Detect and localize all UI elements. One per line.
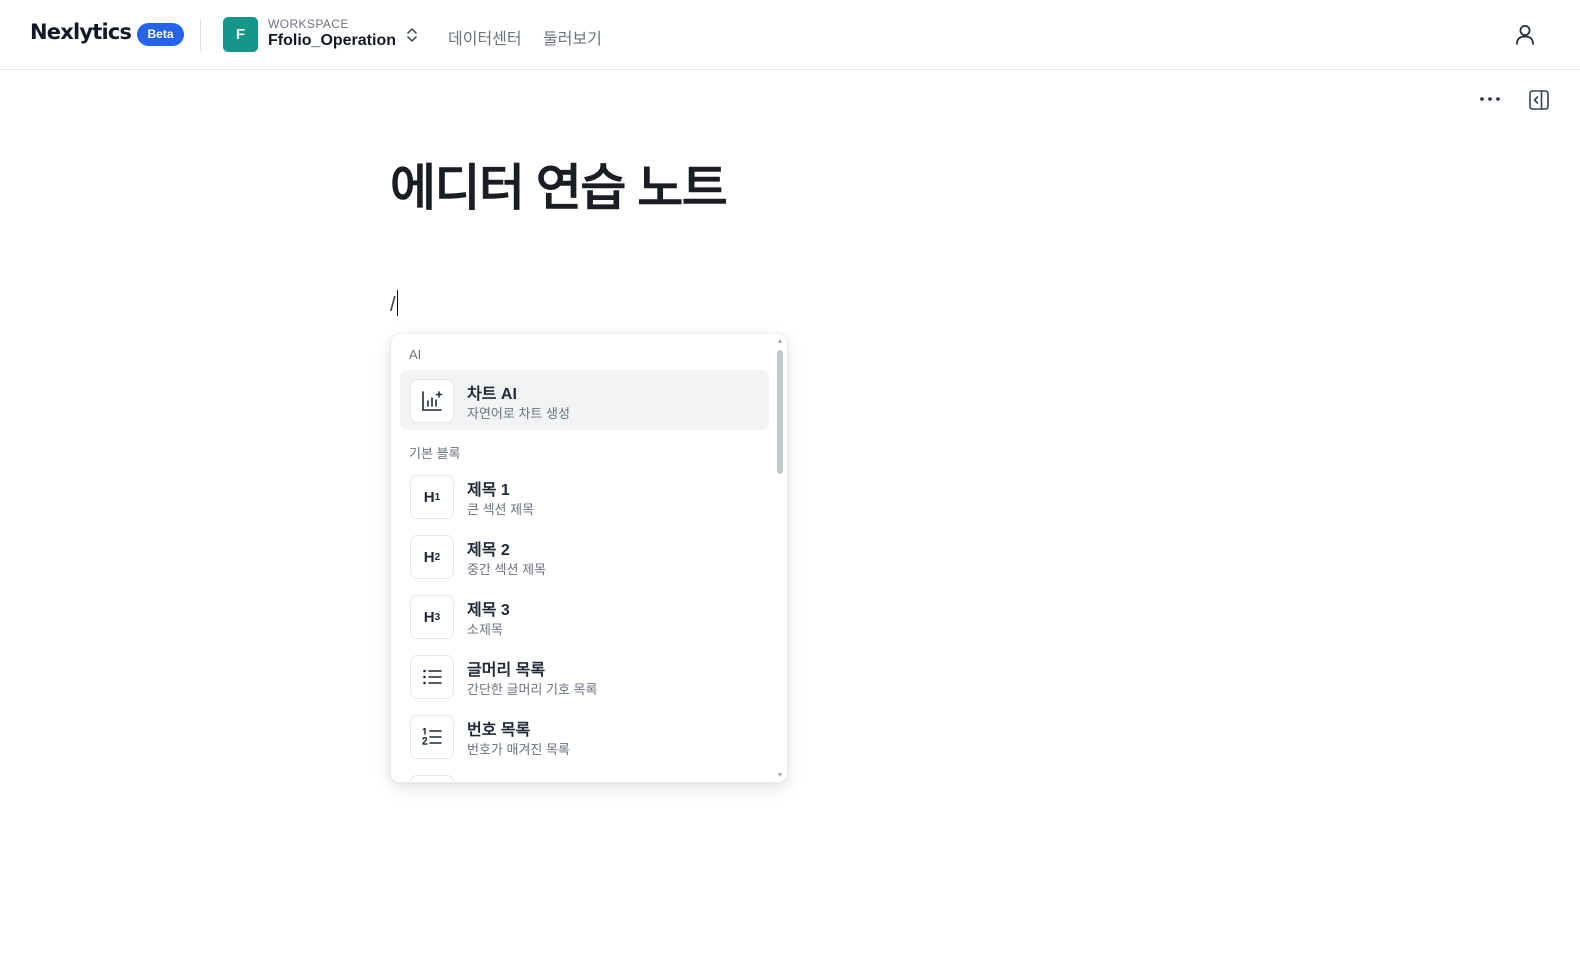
heading-icon-letter: H bbox=[423, 548, 435, 566]
heading-1-icon: H1 bbox=[410, 475, 454, 519]
menu-item-heading-2[interactable]: H2 제목 2 중간 섹션 제목 bbox=[400, 526, 769, 586]
typed-slash-command: / bbox=[390, 294, 396, 316]
top-navigation-bar: Nexlytics Beta F WORKSPACE Ffolio_Operat… bbox=[0, 0, 1580, 70]
more-options-icon[interactable] bbox=[1478, 89, 1502, 109]
chevron-up-down-icon[interactable] bbox=[405, 26, 419, 44]
menu-scrollbar[interactable]: ▲ ▼ bbox=[776, 338, 784, 780]
side-panel-toggle-icon[interactable] bbox=[1528, 89, 1550, 111]
menu-item-heading-1[interactable]: H1 제목 1 큰 섹션 제목 bbox=[400, 466, 769, 526]
block-icon bbox=[410, 775, 454, 782]
menu-item-title: 제목 3 bbox=[467, 602, 510, 619]
user-icon[interactable] bbox=[1512, 22, 1538, 48]
menu-item-description: 번호가 매겨진 목록 bbox=[467, 742, 570, 757]
heading-icon-letter: H bbox=[423, 608, 435, 626]
menu-item-partial[interactable] bbox=[400, 766, 769, 782]
menu-item-title: 번호 목록 bbox=[467, 722, 531, 739]
heading-2-icon: H2 bbox=[410, 535, 454, 579]
text-caret bbox=[396, 290, 399, 316]
workspace-avatar[interactable]: F bbox=[223, 17, 258, 52]
nav-link-explore[interactable]: 둘러보기 bbox=[543, 25, 602, 49]
menu-item-description: 간단한 글머리 기호 목록 bbox=[467, 682, 598, 697]
scroll-down-arrow-icon[interactable]: ▼ bbox=[776, 772, 784, 780]
menu-item-title: 제목 1 bbox=[467, 482, 510, 499]
slash-command-menu[interactable]: AI 차트 AI 자연어로 차트 생성 기본 블록 H1 제목 1 큰 섹션 제… bbox=[390, 333, 788, 783]
menu-section-label-basic-blocks: 기본 블록 bbox=[409, 446, 461, 461]
header-divider bbox=[200, 19, 201, 51]
bullet-list-icon bbox=[410, 655, 454, 699]
workspace-label: WORKSPACE bbox=[268, 17, 349, 31]
menu-section-label-ai: AI bbox=[409, 347, 422, 362]
menu-item-title: 차트 AI bbox=[467, 386, 517, 403]
menu-item-description: 자연어로 차트 생성 bbox=[467, 406, 570, 421]
heading-icon-letter: H bbox=[423, 488, 435, 506]
menu-item-description: 소제목 bbox=[467, 622, 503, 637]
workspace-name[interactable]: Ffolio_Operation bbox=[268, 32, 396, 50]
numbered-list-icon bbox=[410, 715, 454, 759]
heading-3-icon: H3 bbox=[410, 595, 454, 639]
menu-item-description: 중간 섹션 제목 bbox=[467, 562, 546, 577]
slash-menu-scroll-area[interactable]: AI 차트 AI 자연어로 차트 생성 기본 블록 H1 제목 1 큰 섹션 제… bbox=[391, 334, 787, 782]
heading-icon-level: 2 bbox=[434, 551, 441, 563]
heading-icon-level: 3 bbox=[434, 611, 441, 623]
menu-item-description: 큰 섹션 제목 bbox=[467, 502, 535, 517]
chart-ai-icon bbox=[410, 379, 454, 423]
menu-item-chart-ai[interactable]: 차트 AI 자연어로 차트 생성 bbox=[400, 370, 769, 430]
heading-icon-level: 1 bbox=[434, 491, 441, 503]
page-title[interactable]: 에디터 연습 노트 bbox=[390, 148, 728, 220]
menu-item-title: 제목 2 bbox=[467, 542, 510, 559]
beta-badge: Beta bbox=[137, 23, 184, 46]
menu-item-title: 글머리 목록 bbox=[467, 662, 546, 679]
menu-item-numbered-list[interactable]: 번호 목록 번호가 매겨진 목록 bbox=[400, 706, 769, 766]
scrollbar-thumb[interactable] bbox=[777, 350, 783, 474]
nav-link-data-center[interactable]: 데이터센터 bbox=[448, 25, 522, 49]
menu-item-bullet-list[interactable]: 글머리 목록 간단한 글머리 기호 목록 bbox=[400, 646, 769, 706]
menu-item-heading-3[interactable]: H3 제목 3 소제목 bbox=[400, 586, 769, 646]
brand-logo[interactable]: Nexlytics bbox=[30, 20, 132, 44]
editor-input-line[interactable]: / bbox=[390, 290, 399, 320]
scroll-up-arrow-icon[interactable]: ▲ bbox=[776, 338, 784, 346]
